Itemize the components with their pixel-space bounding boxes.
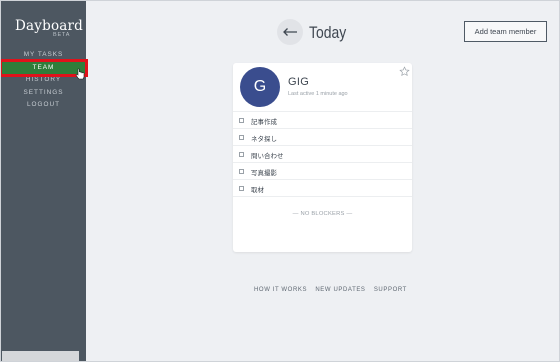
footer-links: HOW IT WORKS NEW UPDATES SUPPORT bbox=[254, 287, 413, 293]
member-card: G GIG Last active 1 minute ago 記事作成 ネタ探し… bbox=[233, 63, 412, 252]
task-list: 記事作成 ネタ探し 問い合わせ 写真撮影 取材 bbox=[233, 111, 412, 197]
back-button[interactable] bbox=[277, 19, 303, 45]
task-label: 取材 bbox=[251, 187, 264, 194]
page-title: Today bbox=[309, 23, 347, 42]
arrow-left-icon bbox=[283, 28, 297, 36]
footer-link-new-updates[interactable]: NEW UPDATES bbox=[315, 287, 365, 293]
task-checkbox[interactable] bbox=[239, 186, 244, 191]
app-logo[interactable]: Dayboard bbox=[15, 18, 83, 34]
avatar: G bbox=[240, 67, 280, 107]
hand-cursor-icon bbox=[75, 68, 85, 80]
task-item[interactable]: 記事作成 bbox=[233, 112, 412, 129]
task-checkbox[interactable] bbox=[239, 169, 244, 174]
sidebar-nav: MY TASKS TEAM HISTORY SETTINGS LOGOUT bbox=[0, 49, 88, 112]
sidebar-footer-bar bbox=[2, 351, 79, 362]
task-item[interactable]: 取材 bbox=[233, 180, 412, 197]
task-label: 問い合わせ bbox=[251, 153, 284, 160]
add-team-member-button[interactable]: Add team member bbox=[464, 21, 547, 42]
last-active-text: Last active 1 minute ago bbox=[288, 91, 348, 97]
task-label: 記事作成 bbox=[251, 119, 277, 126]
task-checkbox[interactable] bbox=[239, 135, 244, 140]
task-item[interactable]: 写真撮影 bbox=[233, 163, 412, 180]
sidebar-item-logout[interactable]: LOGOUT bbox=[1, 99, 86, 112]
no-blockers-text: — NO BLOCKERS — bbox=[292, 211, 353, 217]
footer-link-support[interactable]: SUPPORT bbox=[374, 287, 407, 293]
beta-badge: BETA bbox=[53, 32, 71, 38]
member-name: GIG bbox=[288, 76, 310, 88]
task-label: 写真撮影 bbox=[251, 170, 277, 177]
task-checkbox[interactable] bbox=[239, 152, 244, 157]
sidebar: Dayboard BETA MY TASKS TEAM HISTORY SETT… bbox=[0, 1, 88, 362]
sidebar-item-history[interactable]: HISTORY bbox=[1, 74, 86, 87]
task-item[interactable]: 問い合わせ bbox=[233, 146, 412, 163]
star-icon[interactable] bbox=[399, 66, 410, 77]
footer-link-how-it-works[interactable]: HOW IT WORKS bbox=[254, 287, 307, 293]
task-label: ネタ探し bbox=[251, 136, 277, 143]
task-checkbox[interactable] bbox=[239, 118, 244, 123]
sidebar-item-team[interactable]: TEAM bbox=[0, 58, 88, 77]
sidebar-item-my-tasks[interactable]: MY TASKS bbox=[1, 49, 86, 62]
sidebar-item-settings[interactable]: SETTINGS bbox=[1, 87, 86, 100]
task-item[interactable]: ネタ探し bbox=[233, 129, 412, 146]
